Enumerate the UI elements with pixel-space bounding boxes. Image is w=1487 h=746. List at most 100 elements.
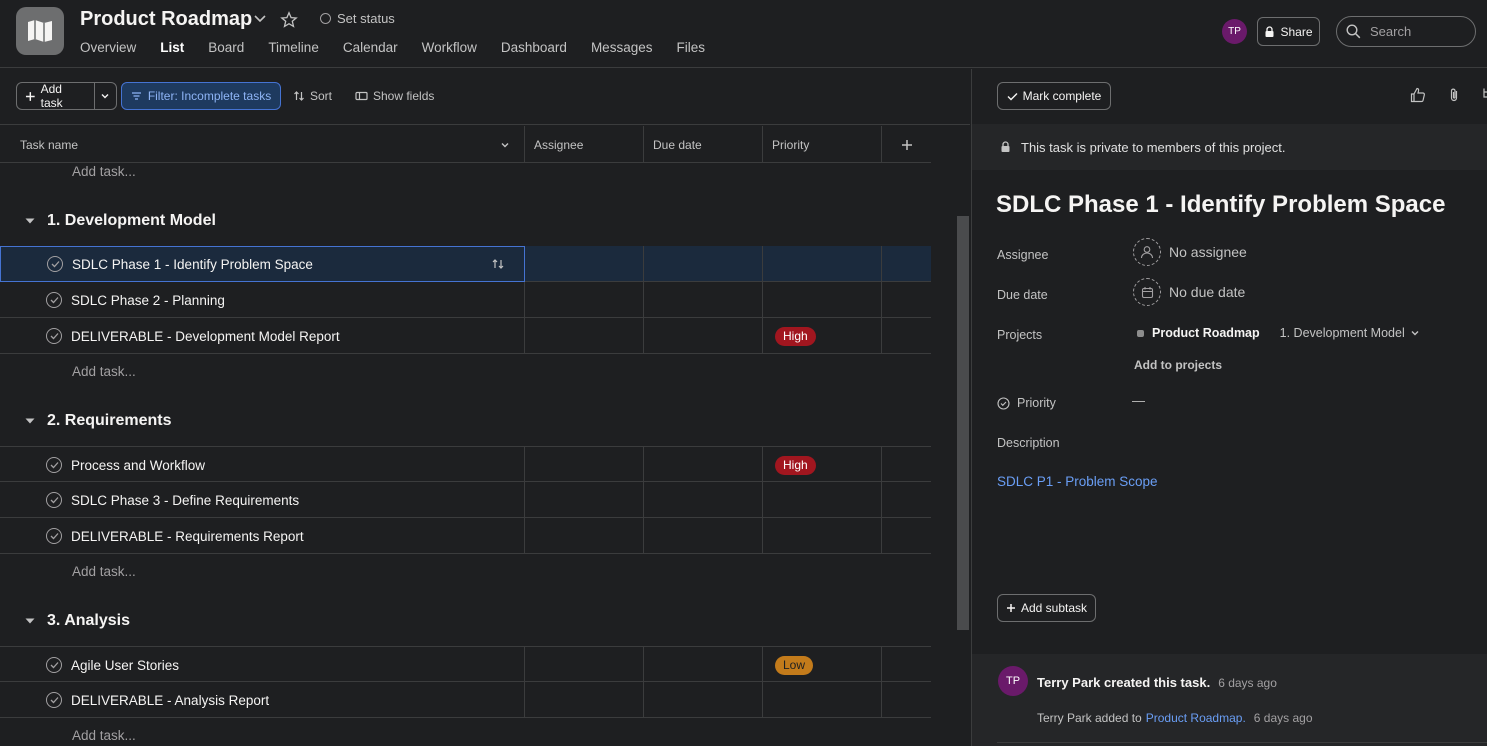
task-name-cell[interactable]: Process and Workflow	[0, 447, 525, 483]
list-scrollbar[interactable]	[955, 126, 970, 746]
task-name-cell[interactable]: DELIVERABLE - Development Model Report	[0, 318, 525, 354]
description-link[interactable]: SDLC P1 - Problem Scope	[997, 474, 1158, 489]
task-name-cell[interactable]: SDLC Phase 1 - Identify Problem Space	[0, 246, 525, 282]
add-to-projects-link[interactable]: Add to projects	[1134, 358, 1222, 372]
section-header[interactable]: 3. Analysis	[0, 597, 931, 645]
priority-badge-high[interactable]: High	[775, 326, 816, 346]
priority-cell[interactable]	[763, 682, 882, 718]
project-map-icon[interactable]	[16, 7, 64, 55]
assignee-field[interactable]: No assignee	[1133, 238, 1247, 266]
assignee-cell[interactable]	[525, 518, 644, 554]
priority-badge-high[interactable]: High	[775, 455, 816, 475]
task-name-cell[interactable]: DELIVERABLE - Requirements Report	[0, 518, 525, 554]
add-task-dropdown[interactable]	[95, 83, 116, 109]
tab-board[interactable]: Board	[208, 40, 244, 60]
tab-timeline[interactable]: Timeline	[268, 40, 319, 60]
add-task-inline[interactable]: Add task...	[72, 364, 136, 384]
subtask-icon[interactable]	[1482, 87, 1487, 103]
due-date-cell[interactable]	[644, 318, 763, 354]
due-date-cell[interactable]	[644, 518, 763, 554]
tab-files[interactable]: Files	[676, 40, 705, 60]
assignee-cell[interactable]	[525, 447, 644, 483]
check-circle-icon[interactable]	[46, 692, 62, 708]
add-task-main[interactable]: Add task	[17, 82, 95, 110]
due-date-cell[interactable]	[644, 447, 763, 483]
due-date-cell[interactable]	[644, 246, 763, 282]
expand-arrows-icon[interactable]	[491, 257, 505, 271]
priority-cell[interactable]	[763, 246, 882, 282]
project-name[interactable]: Product Roadmap	[1152, 326, 1260, 340]
priority-cell[interactable]	[763, 482, 882, 518]
project-membership[interactable]: Product Roadmap 1. Development Model	[1137, 326, 1420, 340]
column-header-priority[interactable]: Priority	[763, 126, 882, 163]
caret-down-icon[interactable]	[24, 615, 36, 627]
column-header-task-name[interactable]: Task name	[0, 126, 525, 163]
due-date-cell[interactable]	[644, 482, 763, 518]
chevron-down-icon[interactable]	[500, 140, 510, 150]
assignee-cell[interactable]	[525, 482, 644, 518]
add-column-button[interactable]	[882, 126, 931, 163]
thumbs-up-icon[interactable]	[1410, 87, 1426, 103]
due-date-field[interactable]: No due date	[1133, 278, 1245, 306]
task-name-cell[interactable]: SDLC Phase 3 - Define Requirements	[0, 482, 525, 518]
check-circle-icon[interactable]	[46, 492, 62, 508]
table-row[interactable]: SDLC Phase 2 - Planning	[0, 282, 931, 318]
search-input[interactable]: Search	[1336, 16, 1476, 47]
tab-list[interactable]: List	[160, 40, 184, 60]
assignee-cell[interactable]	[525, 318, 644, 354]
project-section-dropdown[interactable]: 1. Development Model	[1280, 326, 1420, 340]
tab-calendar[interactable]: Calendar	[343, 40, 398, 60]
add-task-inline[interactable]: Add task...	[72, 164, 136, 184]
priority-cell[interactable]	[763, 282, 882, 318]
task-name-cell[interactable]: Agile User Stories	[0, 647, 525, 683]
paperclip-icon[interactable]	[1446, 87, 1462, 103]
chevron-down-icon[interactable]	[253, 12, 267, 26]
priority-badge-low[interactable]: Low	[775, 655, 814, 675]
due-date-cell[interactable]	[644, 647, 763, 683]
due-date-cell[interactable]	[644, 682, 763, 718]
assignee-cell[interactable]	[525, 682, 644, 718]
task-title[interactable]: SDLC Phase 1 - Identify Problem Space	[996, 191, 1445, 219]
column-header-assignee[interactable]: Assignee	[525, 126, 644, 163]
star-icon[interactable]	[280, 11, 298, 29]
tab-messages[interactable]: Messages	[591, 40, 653, 60]
task-name-cell[interactable]: DELIVERABLE - Analysis Report	[0, 682, 525, 718]
activity-project-link[interactable]: Product Roadmap.	[1146, 711, 1246, 725]
priority-cell[interactable]: High	[763, 447, 882, 483]
table-row[interactable]: DELIVERABLE - Development Model Report H…	[0, 318, 931, 354]
add-task-button[interactable]: Add task	[16, 82, 117, 110]
add-subtask-button[interactable]: Add subtask	[997, 594, 1096, 622]
priority-value[interactable]: —	[1132, 393, 1145, 408]
check-circle-icon[interactable]	[46, 328, 62, 344]
check-circle-icon[interactable]	[46, 292, 62, 308]
due-date-cell[interactable]	[644, 282, 763, 318]
caret-down-icon[interactable]	[24, 215, 36, 227]
table-row[interactable]: Process and Workflow High	[0, 446, 931, 483]
sort-button[interactable]: Sort	[293, 82, 332, 110]
tab-workflow[interactable]: Workflow	[422, 40, 477, 60]
add-task-inline[interactable]: Add task...	[72, 728, 136, 746]
assignee-cell[interactable]	[525, 282, 644, 318]
show-fields-button[interactable]: Show fields	[355, 82, 434, 110]
table-row[interactable]: Agile User Stories Low	[0, 646, 931, 683]
avatar[interactable]: TP	[998, 666, 1028, 696]
assignee-cell[interactable]	[525, 246, 644, 282]
table-row[interactable]: DELIVERABLE - Requirements Report	[0, 518, 931, 554]
share-button[interactable]: Share	[1257, 17, 1320, 46]
check-circle-icon[interactable]	[46, 528, 62, 544]
assignee-cell[interactable]	[525, 647, 644, 683]
set-status-button[interactable]: Set status	[320, 11, 395, 26]
section-header[interactable]: 2. Requirements	[0, 397, 931, 445]
priority-cell[interactable]: High	[763, 318, 882, 354]
task-name-cell[interactable]: SDLC Phase 2 - Planning	[0, 282, 525, 318]
priority-cell[interactable]	[763, 518, 882, 554]
tab-overview[interactable]: Overview	[80, 40, 136, 60]
table-row[interactable]: SDLC Phase 3 - Define Requirements	[0, 482, 931, 518]
check-circle-icon[interactable]	[46, 457, 62, 473]
mark-complete-button[interactable]: Mark complete	[997, 82, 1111, 110]
caret-down-icon[interactable]	[24, 415, 36, 427]
table-row[interactable]: SDLC Phase 1 - Identify Problem Space	[0, 246, 931, 282]
priority-cell[interactable]: Low	[763, 647, 882, 683]
avatar[interactable]: TP	[1222, 19, 1247, 44]
table-row[interactable]: DELIVERABLE - Analysis Report	[0, 682, 931, 718]
